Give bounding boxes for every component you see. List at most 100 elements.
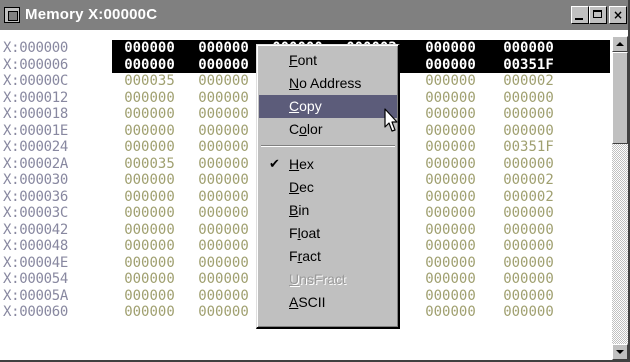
- memory-value-cell[interactable]: 000000: [113, 189, 186, 206]
- memory-address: X:000000: [3, 40, 69, 56]
- memory-value-cell[interactable]: 000000: [414, 288, 487, 305]
- memory-value-cell[interactable]: 000000: [414, 222, 487, 239]
- memory-value-cell[interactable]: 000000: [187, 288, 260, 305]
- memory-value-cell[interactable]: 000000: [492, 90, 565, 107]
- memory-value-cell[interactable]: 000000: [492, 288, 565, 305]
- memory-address: X:00001E: [3, 122, 69, 139]
- memory-value-cell[interactable]: 000000: [492, 238, 565, 255]
- memory-value-cell[interactable]: 000035: [113, 73, 186, 90]
- scroll-up-arrow-icon[interactable]: [612, 36, 628, 52]
- memory-value-cell[interactable]: 000000: [414, 156, 487, 173]
- memory-value-cell[interactable]: 000000: [113, 90, 186, 107]
- memory-value-cell[interactable]: 000000: [187, 90, 260, 107]
- menu-item-label: No Address: [289, 75, 362, 91]
- memory-value-cell[interactable]: 000000: [187, 238, 260, 255]
- memory-value-cell[interactable]: 00351F: [492, 139, 565, 156]
- menu-item-label: Dec: [289, 179, 314, 195]
- memory-value-cell[interactable]: 000000: [414, 56, 487, 73]
- memory-value-cell[interactable]: 000000: [492, 156, 565, 173]
- memory-value-cell[interactable]: 000000: [414, 172, 487, 189]
- menu-item-label: Fract: [289, 248, 321, 264]
- menu-item-ascii[interactable]: ASCII: [259, 291, 397, 314]
- memory-value-cell[interactable]: 000000: [187, 56, 260, 73]
- menu-item-dec[interactable]: Dec: [259, 176, 397, 199]
- memory-value-cell[interactable]: 000000: [113, 238, 186, 255]
- scrollbar-thumb[interactable]: [612, 52, 628, 144]
- memory-address: X:00003C: [3, 205, 69, 221]
- scroll-down-arrow-icon[interactable]: [612, 344, 628, 360]
- memory-value-cell[interactable]: 000000: [113, 288, 186, 305]
- memory-value-cell[interactable]: 000000: [414, 106, 487, 123]
- vertical-scrollbar[interactable]: [612, 36, 628, 360]
- memory-address: X:000054: [3, 271, 69, 287]
- menu-item-float[interactable]: Float: [259, 222, 397, 245]
- menu-item-label: UnsFract: [289, 271, 346, 287]
- memory-value-cell[interactable]: 000000: [187, 139, 260, 156]
- memory-value-cell[interactable]: 000000: [492, 255, 565, 272]
- memory-value-cell[interactable]: 000000: [414, 255, 487, 272]
- memory-value-cell[interactable]: 000000: [492, 222, 565, 239]
- menu-item-fract[interactable]: Fract: [259, 245, 397, 268]
- menu-item-hex[interactable]: ✔ Hex: [259, 153, 397, 176]
- memory-value-cell[interactable]: 000000: [414, 90, 487, 107]
- memory-value-cell[interactable]: 000000: [113, 205, 186, 222]
- title-bar[interactable]: Memory X:00000C ×: [0, 0, 628, 30]
- menu-item-copy[interactable]: Copy: [259, 95, 397, 118]
- memory-value-cell[interactable]: 000000: [187, 172, 260, 189]
- memory-value-cell[interactable]: 000000: [187, 156, 260, 173]
- memory-value-cell[interactable]: 000000: [113, 255, 186, 272]
- memory-address: X:000012: [3, 89, 69, 106]
- memory-value-cell[interactable]: 000000: [187, 123, 260, 140]
- memory-value-cell[interactable]: 000000: [187, 73, 260, 90]
- memory-value-cell[interactable]: 000000: [113, 40, 186, 57]
- memory-value-cell[interactable]: 000000: [414, 304, 487, 321]
- memory-value-cell[interactable]: 000000: [113, 222, 186, 239]
- memory-value-cell[interactable]: 000000: [414, 40, 487, 57]
- memory-value-cell[interactable]: 000000: [414, 205, 487, 222]
- memory-value-cell[interactable]: 000000: [187, 304, 260, 321]
- memory-value-cell[interactable]: 000000: [414, 139, 487, 156]
- memory-value-cell[interactable]: 000000: [113, 123, 186, 140]
- menu-item-font[interactable]: Font: [259, 49, 397, 72]
- memory-value-cell[interactable]: 000000: [113, 271, 186, 288]
- close-icon: ×: [612, 8, 624, 22]
- memory-value-cell[interactable]: 000000: [414, 238, 487, 255]
- memory-value-cell[interactable]: 000000: [492, 205, 565, 222]
- menu-item-color[interactable]: Color: [259, 118, 397, 141]
- memory-value-cell[interactable]: 000000: [187, 205, 260, 222]
- memory-value-cell[interactable]: 000000: [113, 304, 186, 321]
- memory-value-cell[interactable]: 000002: [492, 189, 565, 206]
- memory-address: X:00002A: [3, 155, 69, 172]
- memory-value-cell[interactable]: 000000: [113, 139, 186, 156]
- memory-value-cell[interactable]: 000000: [414, 271, 487, 288]
- memory-value-cell[interactable]: 000000: [187, 106, 260, 123]
- memory-value-cell[interactable]: 000000: [113, 56, 186, 73]
- menu-item-bin[interactable]: Bin: [259, 199, 397, 222]
- memory-value-cell[interactable]: 000002: [492, 73, 565, 90]
- memory-value-cell[interactable]: 000000: [187, 271, 260, 288]
- close-button[interactable]: ×: [609, 6, 627, 24]
- memory-value-cell[interactable]: 000035: [113, 156, 186, 173]
- minimize-button[interactable]: [571, 6, 589, 24]
- memory-value-cell[interactable]: 000000: [414, 73, 487, 90]
- menu-item-no-address[interactable]: No Address: [259, 72, 397, 95]
- memory-value-cell[interactable]: 000000: [187, 255, 260, 272]
- memory-value-cell[interactable]: 000000: [492, 123, 565, 140]
- memory-value-cell[interactable]: 000000: [492, 40, 565, 57]
- memory-value-cell[interactable]: 000002: [492, 172, 565, 189]
- memory-value-cell[interactable]: 000000: [492, 304, 565, 321]
- memory-value-cell[interactable]: 000000: [187, 222, 260, 239]
- memory-value-cell[interactable]: 000000: [414, 189, 487, 206]
- memory-value-cell[interactable]: 000000: [492, 106, 565, 123]
- memory-value-cell[interactable]: 000000: [492, 271, 565, 288]
- maximize-button[interactable]: [589, 6, 607, 24]
- memory-value-cell[interactable]: 000000: [113, 172, 186, 189]
- memory-value-cell[interactable]: 000000: [187, 189, 260, 206]
- memory-value-cell[interactable]: 000000: [113, 106, 186, 123]
- menu-item-label: Bin: [289, 202, 310, 218]
- memory-value-cell[interactable]: 000000: [187, 40, 260, 57]
- memory-value-cell[interactable]: 00351F: [492, 56, 565, 73]
- memory-address: X:00005A: [3, 287, 69, 304]
- memory-window-icon[interactable]: [4, 7, 20, 23]
- memory-value-cell[interactable]: 000000: [414, 123, 487, 140]
